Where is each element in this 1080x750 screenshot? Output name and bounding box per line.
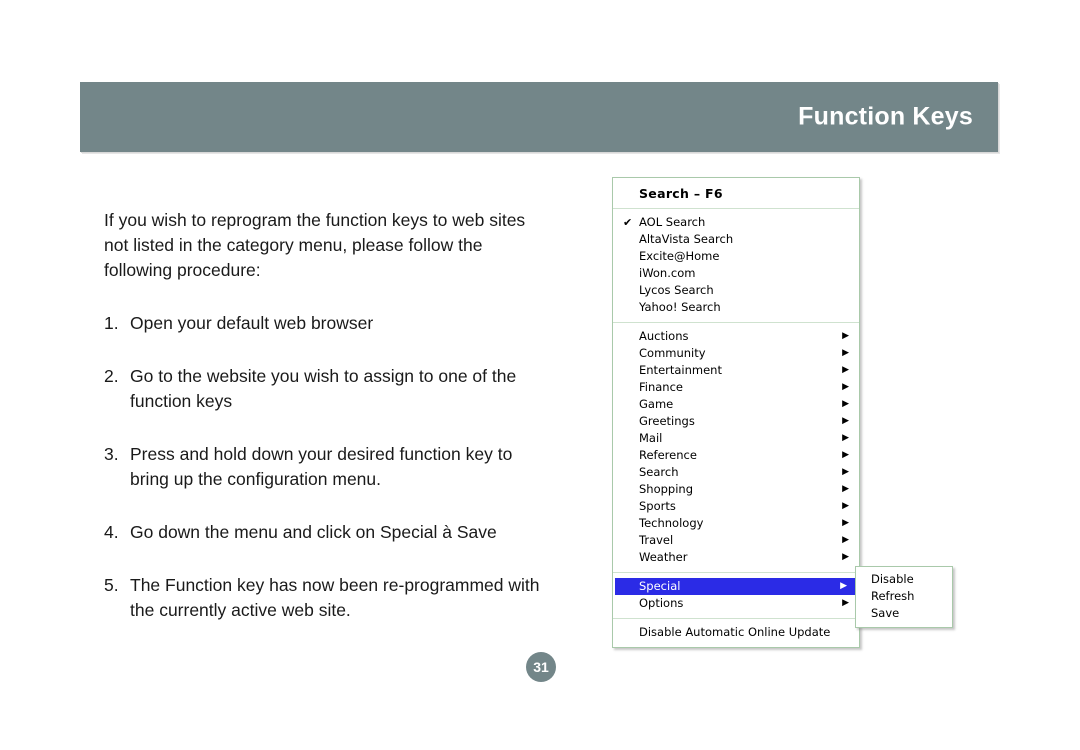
menu-item-label: Special	[639, 579, 681, 593]
menu-item-sports[interactable]: Sports ▶	[613, 498, 859, 515]
menu-item-lycos-search[interactable]: Lycos Search	[613, 282, 859, 299]
chevron-right-icon: ▶	[842, 501, 849, 511]
menu-item-disable-automatic-online-update[interactable]: Disable Automatic Online Update	[613, 624, 859, 641]
submenu-item-label: Disable	[871, 572, 914, 586]
check-icon: ✔	[623, 216, 633, 229]
menu-item-label: Mail	[639, 431, 663, 445]
page-header-banner: Function Keys	[80, 82, 998, 152]
chevron-right-icon: ▶	[842, 467, 849, 477]
intro-paragraph: If you wish to reprogram the function ke…	[104, 210, 526, 280]
special-submenu: Disable Refresh Save	[855, 566, 953, 628]
menu-item-label: Disable Automatic Online Update	[639, 625, 831, 639]
menu-item-label: Excite@Home	[639, 249, 720, 263]
menu-item-travel[interactable]: Travel ▶	[613, 532, 859, 549]
menu-item-label: Sports	[639, 499, 676, 513]
step-text: Go down the menu and click on Special à …	[130, 522, 497, 542]
search-engine-group: ✔ AOL Search AltaVista Search Excite@Hom…	[613, 209, 859, 322]
menu-item-label: Reference	[639, 448, 697, 462]
page-number-badge: 31	[526, 652, 556, 682]
menu-item-finance[interactable]: Finance ▶	[613, 379, 859, 396]
menu-item-altavista-search[interactable]: AltaVista Search	[613, 231, 859, 248]
menu-item-label: Search	[639, 465, 679, 479]
menu-item-label: Community	[639, 346, 706, 360]
chevron-right-icon: ▶	[842, 598, 849, 608]
chevron-right-icon: ▶	[842, 416, 849, 426]
menu-item-label: Lycos Search	[639, 283, 714, 297]
menu-item-aol-search[interactable]: ✔ AOL Search	[613, 214, 859, 231]
submenu-item-refresh[interactable]: Refresh	[856, 588, 952, 605]
step-number: 3.	[104, 444, 119, 464]
menu-item-label: Options	[639, 596, 684, 610]
footer-group: Disable Automatic Online Update	[613, 619, 859, 647]
category-group: Auctions ▶ Community ▶ Entertainment ▶ F…	[613, 323, 859, 572]
step-number: 2.	[104, 366, 119, 386]
chevron-right-icon: ▶	[842, 535, 849, 545]
submenu-item-disable[interactable]: Disable	[856, 571, 952, 588]
menu-item-label: AltaVista Search	[639, 232, 734, 246]
menu-item-special[interactable]: Special ▶	[615, 578, 857, 595]
menu-item-label: Entertainment	[639, 363, 722, 377]
step-text: Go to the website you wish to assign to …	[130, 366, 517, 411]
menu-item-label: Technology	[639, 516, 704, 530]
menu-item-label: Yahoo! Search	[639, 300, 721, 314]
menu-item-entertainment[interactable]: Entertainment ▶	[613, 362, 859, 379]
step-text: The Function key has now been re-program…	[130, 575, 540, 620]
menu-item-weather[interactable]: Weather ▶	[613, 549, 859, 566]
menu-item-greetings[interactable]: Greetings ▶	[613, 413, 859, 430]
menu-item-auctions[interactable]: Auctions ▶	[613, 328, 859, 345]
step-item: 4. Go down the menu and click on Special…	[104, 520, 554, 545]
chevron-right-icon: ▶	[840, 581, 847, 591]
chevron-right-icon: ▶	[842, 382, 849, 392]
menu-item-label: Finance	[639, 380, 683, 394]
menu-item-iwon-com[interactable]: iWon.com	[613, 265, 859, 282]
menu-item-label: AOL Search	[639, 215, 706, 229]
step-text: Press and hold down your desired functio…	[130, 444, 513, 489]
step-item: 1. Open your default web browser	[104, 311, 554, 336]
menu-item-mail[interactable]: Mail ▶	[613, 430, 859, 447]
menu-item-label: Auctions	[639, 329, 689, 343]
chevron-right-icon: ▶	[842, 433, 849, 443]
step-number: 1.	[104, 313, 119, 333]
submenu-item-label: Save	[871, 606, 900, 620]
menu-item-label: Greetings	[639, 414, 695, 428]
chevron-right-icon: ▶	[842, 518, 849, 528]
chevron-right-icon: ▶	[842, 484, 849, 494]
submenu-item-save[interactable]: Save	[856, 605, 952, 622]
menu-item-technology[interactable]: Technology ▶	[613, 515, 859, 532]
step-item: 2. Go to the website you wish to assign …	[104, 364, 554, 414]
menu-item-label: Weather	[639, 550, 688, 564]
context-menu: Search – F6 ✔ AOL Search AltaVista Searc…	[612, 177, 860, 648]
chevron-right-icon: ▶	[842, 331, 849, 341]
chevron-right-icon: ▶	[842, 365, 849, 375]
menu-item-yahoo-search[interactable]: Yahoo! Search	[613, 299, 859, 316]
submenu-item-label: Refresh	[871, 589, 915, 603]
step-item: 3. Press and hold down your desired func…	[104, 442, 554, 492]
step-number: 5.	[104, 575, 119, 595]
menu-item-excite-home[interactable]: Excite@Home	[613, 248, 859, 265]
menu-item-label: Travel	[639, 533, 674, 547]
menu-item-community[interactable]: Community ▶	[613, 345, 859, 362]
menu-item-search[interactable]: Search ▶	[613, 464, 859, 481]
chevron-right-icon: ▶	[842, 450, 849, 460]
menu-item-label: iWon.com	[639, 266, 696, 280]
chevron-right-icon: ▶	[842, 552, 849, 562]
chevron-right-icon: ▶	[842, 348, 849, 358]
menu-item-label: Game	[639, 397, 674, 411]
menu-item-label: Shopping	[639, 482, 694, 496]
step-item: 5. The Function key has now been re-prog…	[104, 573, 554, 623]
instructions-body: If you wish to reprogram the function ke…	[104, 208, 554, 651]
step-text: Open your default web browser	[130, 313, 374, 333]
page-title: Function Keys	[798, 102, 973, 131]
context-menu-title: Search – F6	[639, 186, 723, 201]
step-number: 4.	[104, 522, 119, 542]
chevron-right-icon: ▶	[842, 399, 849, 409]
menu-item-game[interactable]: Game ▶	[613, 396, 859, 413]
menu-item-shopping[interactable]: Shopping ▶	[613, 481, 859, 498]
special-options-group: Special ▶ Options ▶	[613, 573, 859, 618]
menu-item-reference[interactable]: Reference ▶	[613, 447, 859, 464]
menu-item-options[interactable]: Options ▶	[613, 595, 859, 612]
